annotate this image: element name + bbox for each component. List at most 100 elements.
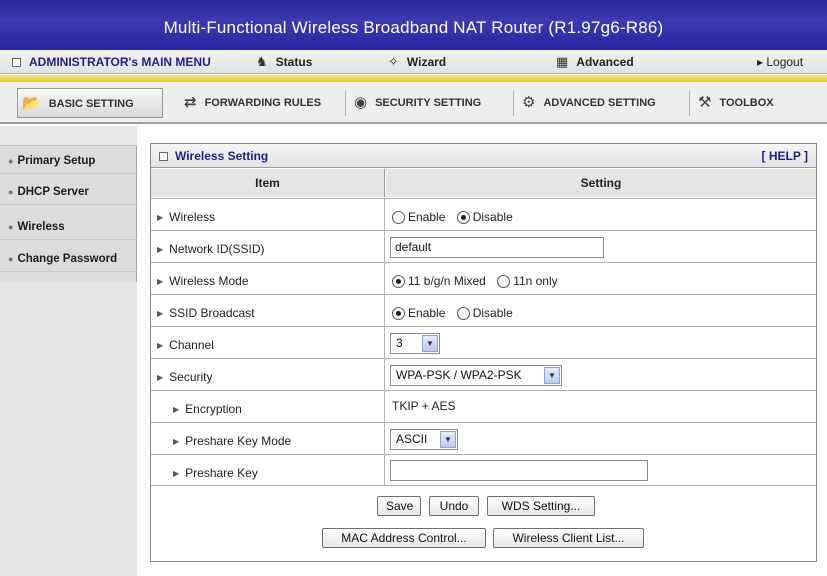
sidebar-item-label: Wireless: [17, 221, 65, 233]
wireless-mode-label: ▶ Wireless Mode: [151, 263, 385, 294]
bullet-icon: ●: [8, 187, 14, 197]
logout-link[interactable]: ▸ Logout: [757, 50, 803, 74]
bullet-icon: ●: [8, 222, 14, 232]
wizard-menu-label: Wizard: [406, 55, 447, 69]
tab-basic-setting[interactable]: 📂 BASIC SETTING: [17, 88, 163, 118]
tab-basic-setting-label: BASIC SETTING: [48, 98, 134, 110]
sidebar-empty-area: [0, 282, 137, 576]
status-menu-label: Status: [275, 55, 313, 69]
radio-label: Disable: [472, 210, 513, 224]
arrow-right-icon: ▶: [173, 405, 180, 414]
settings-tab-bar: 📂 BASIC SETTING ⇄ FORWARDING RULES ◉ SECURI…: [0, 82, 827, 124]
encryption-label: ▶ Encryption: [151, 391, 385, 422]
chevron-down-icon: ▼: [544, 367, 560, 384]
status-menu-link[interactable]: ♞ Status: [256, 50, 312, 74]
radio-icon: [392, 211, 405, 224]
bullet-icon: ●: [8, 156, 14, 166]
sidebar-header: [0, 126, 137, 146]
table-row: ▶ Wireless Enable Disable: [151, 198, 816, 230]
row-label-text: Wireless: [169, 210, 216, 224]
select-value: ASCII: [396, 432, 428, 446]
advanced-menu-label: Advanced: [576, 55, 634, 69]
chevron-down-icon: ▼: [440, 431, 456, 448]
wds-setting-button[interactable]: WDS Setting...: [487, 496, 595, 516]
select-value: WPA-PSK / WPA2-PSK: [396, 368, 522, 382]
radio-icon: [392, 307, 405, 320]
radio-label: 11 b/g/n Mixed: [408, 274, 486, 288]
tab-security-setting[interactable]: ◉ SECURITY SETTING: [350, 88, 510, 118]
panel-header: Wireless Setting [ HELP ]: [151, 144, 816, 168]
sidebar-item-wireless[interactable]: ● Wireless: [0, 214, 137, 240]
ssid-broadcast-label: ▶ SSID Broadcast: [151, 295, 385, 326]
tab-separator: [345, 90, 346, 116]
sidebar-item-label: DHCP Server: [17, 186, 89, 198]
table-row: ▶ Security WPA-PSK / WPA2-PSK ▼: [151, 358, 816, 390]
arrow-right-icon: ▶: [157, 277, 164, 286]
page-title: Multi-Functional Wireless Broadband NAT …: [0, 0, 827, 50]
radio-icon: [456, 307, 470, 320]
table-row: ▶ Network ID(SSID) default: [151, 230, 816, 262]
table-row: ▶ Preshare Key: [151, 454, 816, 486]
tab-advanced-setting[interactable]: ⚙ ADVANCED SETTING: [518, 88, 686, 118]
sidebar: ● Primary Setup ● DHCP Server ● Wireless ● C…: [0, 126, 137, 576]
preshare-key-input[interactable]: [390, 460, 648, 481]
arrow-right-icon: ▶: [157, 213, 164, 222]
row-label-text: Encryption: [185, 402, 242, 416]
security-select[interactable]: WPA-PSK / WPA2-PSK ▼: [390, 365, 562, 386]
tab-toolbox[interactable]: ⚒ TOOLBOX: [694, 88, 804, 118]
radio-label: Disable: [472, 306, 513, 320]
arrow-right-icon: ▶: [157, 309, 164, 318]
ssid-input[interactable]: default: [390, 237, 604, 258]
person-icon: ♞: [256, 54, 268, 69]
panel-title-text: Wireless Setting: [175, 149, 269, 163]
table-row: ▶ Encryption TKIP + AES: [151, 390, 816, 422]
table-row: ▶ SSID Broadcast Enable Disable: [151, 294, 816, 326]
preshare-key-mode-setting: ASCII ▼: [386, 423, 816, 454]
radio-label: Enable: [408, 306, 446, 320]
table-row: ▶ Preshare Key Mode ASCII ▼: [151, 422, 816, 454]
undo-button[interactable]: Undo: [429, 496, 479, 516]
sidebar-item-primary-setup[interactable]: ● Primary Setup: [0, 148, 137, 174]
radio-label: Enable: [408, 210, 446, 224]
sidebar-item-dhcp-server[interactable]: ● DHCP Server: [0, 179, 137, 205]
row-label-text: Channel: [169, 338, 214, 352]
ssid-setting: default: [386, 231, 816, 262]
arrow-right-icon: ▶: [157, 245, 164, 254]
menu-square-icon: [12, 58, 21, 67]
tab-toolbox-label: TOOLBOX: [719, 97, 774, 109]
help-link[interactable]: [ HELP ]: [762, 144, 808, 168]
channel-select[interactable]: 3 ▼: [390, 333, 440, 354]
column-header-setting: Setting: [386, 169, 816, 197]
key-mode-select[interactable]: ASCII ▼: [390, 429, 458, 450]
row-label-text: Wireless Mode: [169, 274, 249, 288]
advanced-menu-link[interactable]: ▦ Advanced: [556, 50, 634, 74]
tab-forwarding-rules[interactable]: ⇄ FORWARDING RULES: [180, 88, 340, 118]
row-label-text: Security: [169, 370, 213, 384]
save-button[interactable]: Save: [377, 496, 421, 516]
security-label: ▶ Security: [151, 359, 385, 390]
tab-security-setting-label: SECURITY SETTING: [375, 97, 482, 109]
row-label-text: Preshare Key: [185, 466, 258, 480]
encryption-value: TKIP + AES: [392, 399, 456, 413]
main-menu-bar: ADMINISTRATOR's MAIN MENU ♞ Status ✧ Wizar…: [0, 50, 827, 74]
admin-main-menu-link[interactable]: ADMINISTRATOR's MAIN MENU: [12, 50, 211, 74]
channel-setting: 3 ▼: [386, 327, 816, 358]
radio-icon: [392, 275, 405, 288]
mac-address-control-button[interactable]: MAC Address Control...: [322, 528, 486, 548]
sidebar-item-label: Change Password: [17, 253, 118, 265]
arrow-right-icon: ▶: [157, 373, 164, 382]
tab-separator: [689, 90, 690, 116]
shield-icon: ◉: [354, 94, 368, 111]
arrow-right-icon: ▶: [173, 437, 180, 446]
row-label-text: Preshare Key Mode: [185, 434, 292, 448]
preshare-key-setting: [386, 455, 816, 486]
arrow-right-icon: ▶: [173, 469, 180, 478]
wizard-menu-link[interactable]: ✧ Wizard: [388, 50, 446, 74]
panel-square-icon: [159, 152, 168, 161]
tab-advanced-setting-label: ADVANCED SETTING: [543, 97, 656, 109]
wireless-client-list-button[interactable]: Wireless Client List...: [493, 528, 644, 548]
sidebar-item-change-password[interactable]: ● Change Password: [0, 246, 137, 272]
toolbox-icon: ⚒: [698, 94, 712, 111]
preshare-key-label: ▶ Preshare Key: [151, 455, 385, 486]
row-label-text: SSID Broadcast: [169, 306, 255, 320]
